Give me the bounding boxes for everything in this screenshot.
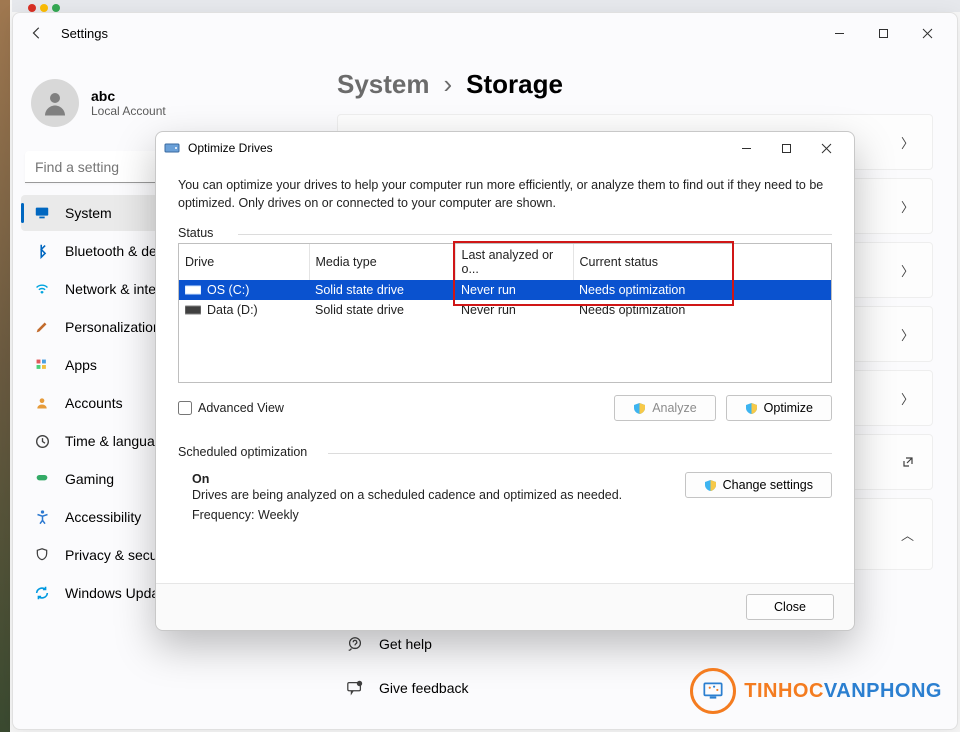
schedule-description: Drives are being analyzed on a scheduled… xyxy=(192,488,665,502)
drive-media-cell: Solid state drive xyxy=(309,300,455,320)
window-title: Settings xyxy=(61,26,108,41)
change-settings-button[interactable]: Change settings xyxy=(685,472,832,498)
chevron-right-icon: 〉 xyxy=(901,197,914,216)
titlebar: Settings xyxy=(13,13,957,53)
external-link-icon xyxy=(902,456,914,468)
watermark-logo xyxy=(690,668,736,714)
col-media[interactable]: Media type xyxy=(309,244,455,280)
help-icon xyxy=(345,634,365,654)
schedule-frequency: Frequency: Weekly xyxy=(192,508,665,522)
advanced-view-checkbox[interactable]: Advanced View xyxy=(178,401,284,415)
chevron-up-icon: ︿ xyxy=(901,525,914,544)
optimize-drives-dialog: Optimize Drives You can optimize your dr… xyxy=(155,131,855,631)
apps-icon xyxy=(33,356,51,374)
sidebar-item-label: Gaming xyxy=(65,471,114,487)
back-button[interactable] xyxy=(21,17,53,49)
dialog-close-button[interactable] xyxy=(806,134,846,162)
accessibility-icon xyxy=(33,508,51,526)
feedback-label: Give feedback xyxy=(379,680,469,696)
sidebar-item-label: System xyxy=(65,205,112,221)
update-icon xyxy=(33,584,51,602)
chevron-right-icon: 〉 xyxy=(901,133,914,152)
drive-last-cell: Never run xyxy=(455,300,573,320)
bluetooth-icon xyxy=(33,242,51,260)
drive-last-cell: Never run xyxy=(455,280,573,300)
drive-media-cell: Solid state drive xyxy=(309,280,455,300)
sidebar-item-label: Apps xyxy=(65,357,97,373)
advanced-view-input[interactable] xyxy=(178,401,192,415)
avatar xyxy=(31,79,79,127)
watermark: TINHOCVANPHONG xyxy=(690,668,942,714)
drive-status-cell: Needs optimization xyxy=(573,280,831,300)
sidebar-item-label: Accounts xyxy=(65,395,123,411)
display-icon xyxy=(33,204,51,222)
maximize-button[interactable] xyxy=(861,17,905,49)
help-label: Get help xyxy=(379,636,432,652)
feedback-icon xyxy=(345,678,365,698)
breadcrumb-parent[interactable]: System xyxy=(337,69,430,100)
dialog-description: You can optimize your drives to help you… xyxy=(178,176,832,212)
dialog-titlebar: Optimize Drives xyxy=(156,132,854,164)
optimize-button[interactable]: Optimize xyxy=(726,395,832,421)
chevron-right-icon: › xyxy=(444,69,453,100)
col-status[interactable]: Current status xyxy=(573,244,831,280)
shield-icon xyxy=(745,402,758,415)
chevron-right-icon: 〉 xyxy=(901,325,914,344)
brush-icon xyxy=(33,318,51,336)
user-subtitle: Local Account xyxy=(91,104,166,118)
drives-icon xyxy=(164,140,180,156)
status-section-label: Status xyxy=(178,226,832,240)
dialog-maximize-button[interactable] xyxy=(766,134,806,162)
drive-name-cell: OS (C:) xyxy=(179,280,309,300)
chevron-right-icon: 〉 xyxy=(901,389,914,408)
shield-icon xyxy=(633,402,646,415)
dialog-title: Optimize Drives xyxy=(188,141,273,155)
wifi-icon xyxy=(33,280,51,298)
drive-row[interactable]: OS (C:)Solid state driveNever runNeeds o… xyxy=(179,280,831,300)
dialog-minimize-button[interactable] xyxy=(726,134,766,162)
sidebar-item-label: Accessibility xyxy=(65,509,141,525)
drive-table: Drive Media type Last analyzed or o... C… xyxy=(178,243,832,383)
drive-row[interactable]: Data (D:)Solid state driveNever runNeeds… xyxy=(179,300,831,320)
close-button[interactable]: Close xyxy=(746,594,834,620)
person-icon xyxy=(33,394,51,412)
scheduled-section-label: Scheduled optimization xyxy=(178,445,832,459)
sidebar-item-label: Personalization xyxy=(65,319,161,335)
breadcrumb-current: Storage xyxy=(466,69,563,100)
table-header-row: Drive Media type Last analyzed or o... C… xyxy=(179,244,831,280)
col-drive[interactable]: Drive xyxy=(179,244,309,280)
col-last[interactable]: Last analyzed or o... xyxy=(455,244,573,280)
drive-name-cell: Data (D:) xyxy=(179,300,309,320)
drive-status-cell: Needs optimization xyxy=(573,300,831,320)
chevron-right-icon: 〉 xyxy=(901,261,914,280)
advanced-view-label: Advanced View xyxy=(198,401,284,415)
user-name: abc xyxy=(91,88,166,104)
analyze-button[interactable]: Analyze xyxy=(614,395,715,421)
schedule-state: On xyxy=(192,472,665,486)
breadcrumb: System › Storage xyxy=(337,69,933,100)
close-button[interactable] xyxy=(905,17,949,49)
shield-icon xyxy=(33,546,51,564)
clock-icon xyxy=(33,432,51,450)
minimize-button[interactable] xyxy=(817,17,861,49)
gaming-icon xyxy=(33,470,51,488)
shield-icon xyxy=(704,479,717,492)
